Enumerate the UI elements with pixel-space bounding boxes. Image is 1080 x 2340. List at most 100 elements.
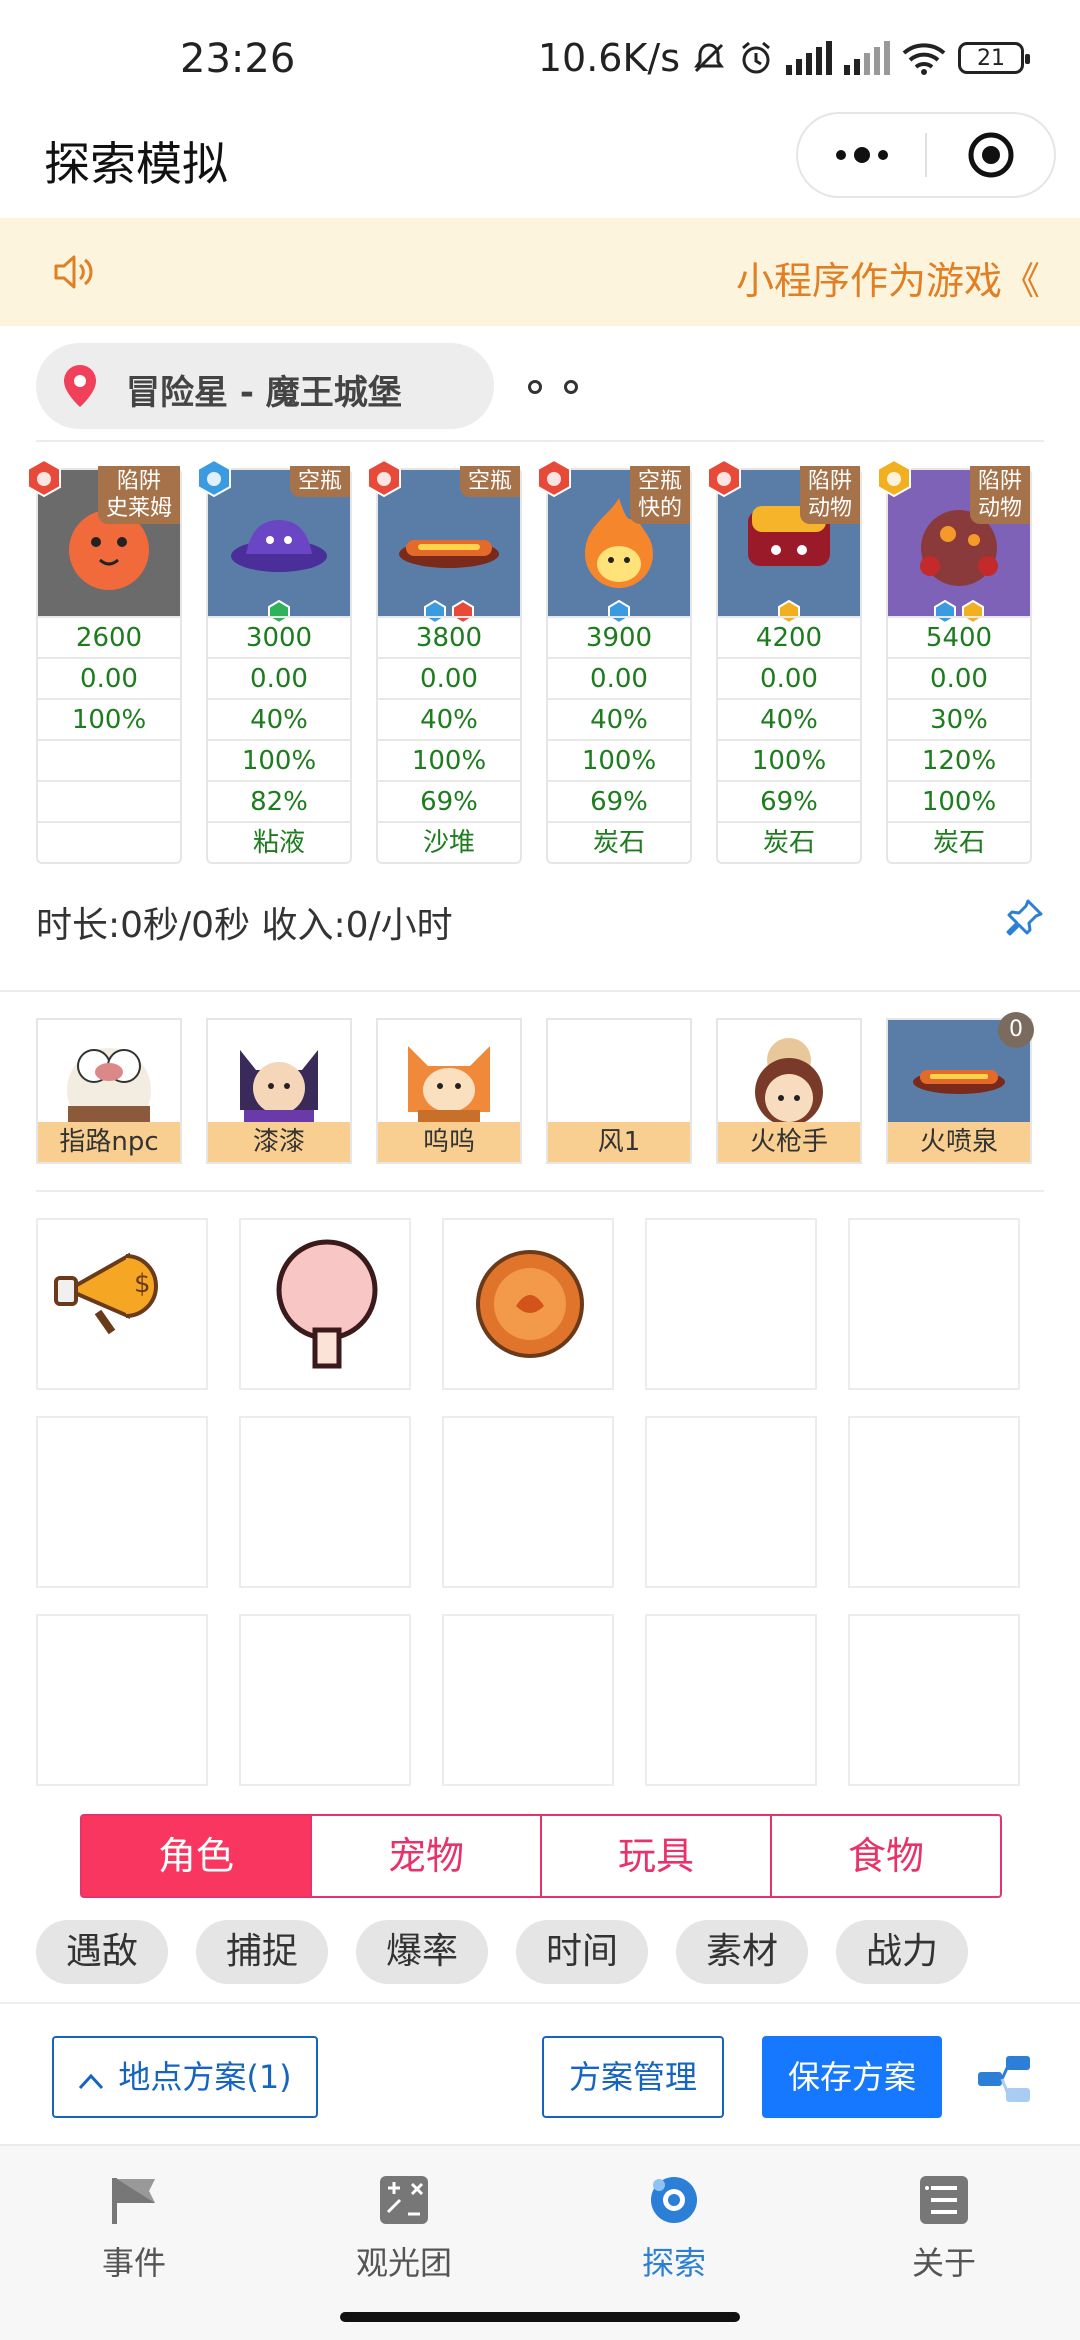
monster-tag: 陷阱 动物: [799, 466, 860, 524]
team-member[interactable]: 火枪手: [716, 1018, 862, 1164]
location-pin-icon: [64, 365, 96, 407]
explore-icon: [651, 2177, 697, 2223]
list-icon: [920, 2176, 968, 2224]
nav-item-about[interactable]: 关于: [854, 2174, 1034, 2284]
element-badge-icon: [874, 458, 914, 498]
monster-tag: 空瓶: [289, 466, 350, 497]
miniprogram-capsule: [796, 112, 1056, 198]
element-badge-icon: [364, 458, 404, 498]
svg-text:$: $: [134, 1269, 151, 1299]
element-badge-icon: [194, 458, 234, 498]
pin-icon[interactable]: [1004, 898, 1044, 938]
item-slot[interactable]: [645, 1218, 817, 1390]
monster-stat: 120%: [888, 739, 1030, 780]
status-bar: 23:26 10.6K/s 21: [0, 0, 1080, 110]
tab-2[interactable]: 玩具: [540, 1816, 770, 1896]
location-selector[interactable]: 冒险星 - 魔王城堡: [36, 343, 494, 429]
tab-0[interactable]: 角色: [82, 1816, 310, 1896]
monster-stat: 0.00: [208, 657, 350, 698]
filter-chip[interactable]: 爆率: [356, 1920, 488, 1984]
item-slot[interactable]: [645, 1614, 817, 1786]
filter-chip[interactable]: 遇敌: [36, 1920, 168, 1984]
item-slot[interactable]: [848, 1614, 1020, 1786]
alarm-icon: [742, 41, 770, 74]
team-member[interactable]: 火喷泉 0: [886, 1012, 1034, 1164]
monster-stat: 炭石: [548, 821, 690, 862]
battery-icon: 21: [958, 42, 1030, 74]
filter-chip[interactable]: 捕捉: [196, 1920, 328, 1984]
flag-icon: [112, 2178, 155, 2224]
manage-plan-button[interactable]: 方案管理: [542, 2036, 724, 2118]
item-slot[interactable]: $: [36, 1218, 208, 1390]
nav-item-explore[interactable]: 探索: [584, 2174, 764, 2284]
notice-text: 小程序作为游戏《: [735, 259, 1040, 303]
item-slot[interactable]: [239, 1218, 411, 1390]
bottom-nav: 事件 观光团 探索 关于: [0, 2144, 1080, 2340]
team-member-name: 漆漆: [208, 1122, 350, 1162]
item-slot[interactable]: [442, 1614, 614, 1786]
loading-dots: [528, 380, 578, 394]
monster-stat: 0.00: [378, 657, 520, 698]
nav-item-tour[interactable]: 观光团: [314, 2174, 494, 2284]
item-slot[interactable]: [848, 1218, 1020, 1390]
team-member[interactable]: 指路npc: [36, 1018, 182, 1164]
team-member-name: 风1: [548, 1122, 690, 1162]
monster-stat: 3000: [208, 616, 350, 657]
home-indicator: [340, 2312, 740, 2322]
item-slot[interactable]: [239, 1614, 411, 1786]
save-plan-button[interactable]: 保存方案: [762, 2036, 942, 2118]
more-button[interactable]: [798, 114, 925, 196]
monster-stat: 炭石: [718, 821, 860, 862]
item-slot[interactable]: [36, 1416, 208, 1588]
filter-chip[interactable]: 素材: [676, 1920, 808, 1984]
item-slot[interactable]: [848, 1416, 1020, 1588]
monster-card[interactable]: 空瓶 3000 0.00 40% 100% 82% 粘液: [197, 458, 352, 864]
monster-stat: 100%: [888, 780, 1030, 821]
filter-chip[interactable]: 时间: [516, 1920, 648, 1984]
nav-label: 探索: [641, 2244, 706, 2282]
location-plan-button[interactable]: 地点方案(1): [52, 2036, 318, 2118]
monster-stat: 40%: [378, 698, 520, 739]
action-bar: 地点方案(1) 方案管理 保存方案: [0, 2002, 1080, 2144]
monster-stat: 69%: [718, 780, 860, 821]
item-slot[interactable]: [239, 1416, 411, 1588]
element-badge-icon: [704, 458, 744, 498]
tab-1[interactable]: 宠物: [310, 1816, 540, 1896]
nav-label: 事件: [101, 2244, 166, 2282]
notice-bar: 小程序作为游戏《: [0, 218, 1080, 326]
monster-card[interactable]: 陷阱 动物 5400 0.00 30% 120% 100% 炭石: [877, 458, 1032, 864]
team-member-name: 火枪手: [718, 1122, 860, 1162]
team-member[interactable]: 漆漆: [206, 1018, 352, 1164]
share-icon[interactable]: [976, 2054, 1034, 2104]
speaker-icon: [54, 255, 93, 289]
monster-card[interactable]: 陷阱 动物 4200 0.00 40% 100% 69% 炭石: [707, 458, 862, 864]
monster-stat: 69%: [548, 780, 690, 821]
filter-chip[interactable]: 战力: [836, 1920, 968, 1984]
monster-stat: 40%: [718, 698, 860, 739]
team-avatar: [38, 1020, 180, 1124]
team-member[interactable]: 风1: [546, 1018, 692, 1164]
money-horn-icon: $: [38, 1252, 210, 1396]
item-slot[interactable]: [645, 1416, 817, 1588]
element-badge-icon: [24, 458, 64, 498]
location-plan-label: 地点方案(1): [118, 2058, 292, 2096]
monster-stat: [38, 821, 180, 862]
monster-stat: 0.00: [718, 657, 860, 698]
monster-card[interactable]: 空瓶 3800 0.00 40% 100% 69% 沙堆: [367, 458, 522, 864]
monster-stat: 69%: [378, 780, 520, 821]
monster-stat: 0.00: [888, 657, 1030, 698]
orange-coin-icon: [444, 1250, 616, 1396]
monster-stat: 0.00: [548, 657, 690, 698]
team-member[interactable]: 呜呜: [376, 1018, 522, 1164]
monster-card[interactable]: 陷阱 史莱姆 2600 0.00 100%: [27, 458, 182, 864]
monster-stat: 0.00: [38, 657, 180, 698]
close-capsule-button[interactable]: [927, 114, 1054, 196]
item-slot[interactable]: [442, 1416, 614, 1588]
monster-stat: 100%: [208, 739, 350, 780]
item-slot[interactable]: [36, 1614, 208, 1786]
nav-item-events[interactable]: 事件: [44, 2174, 224, 2284]
monster-card[interactable]: 空瓶 快的 3900 0.00 40% 100% 69% 炭石: [537, 458, 692, 864]
wifi-icon: [902, 43, 946, 75]
item-slot[interactable]: [442, 1218, 614, 1390]
tab-3[interactable]: 食物: [770, 1816, 1000, 1896]
